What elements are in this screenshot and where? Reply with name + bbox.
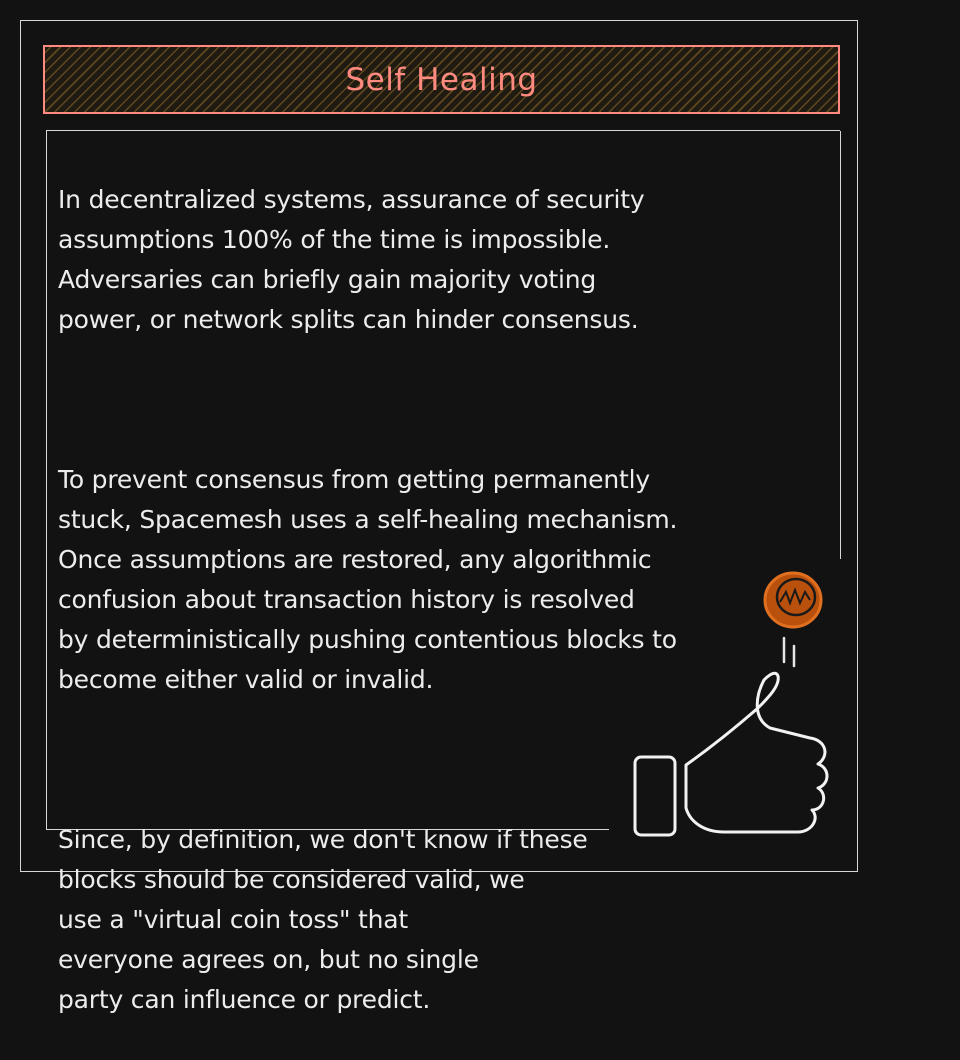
page-title: Self Healing — [345, 61, 538, 98]
paragraph-virtual-coin-toss: Since, by definition, we don't know if t… — [58, 825, 588, 1014]
paragraph-security-assumptions: In decentralized systems, assurance of s… — [58, 185, 645, 334]
coin-toss-illustration — [633, 571, 829, 837]
motion-lines — [782, 636, 796, 668]
coin-icon — [763, 571, 823, 629]
title-box: Self Healing — [43, 45, 840, 114]
thumbs-up-icon — [633, 671, 829, 837]
